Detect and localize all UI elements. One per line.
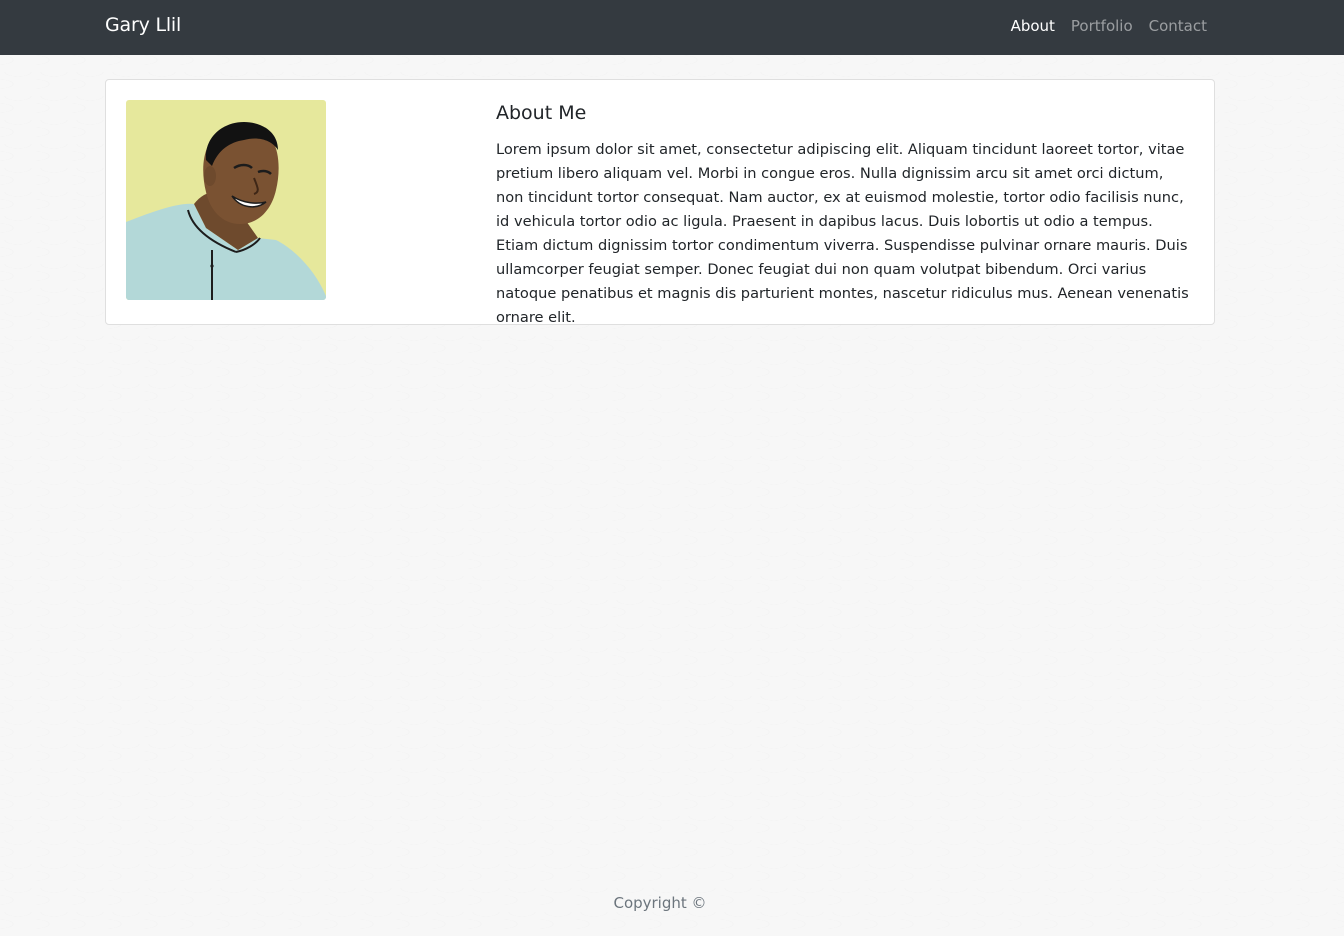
about-card: About Me Lorem ipsum dolor sit amet, con… <box>105 79 1215 326</box>
nav-link-about[interactable]: About <box>1011 17 1055 35</box>
brand-link[interactable]: Gary Llil <box>105 14 181 36</box>
footer-copyright: Copyright © <box>613 894 707 912</box>
about-text: Lorem ipsum dolor sit amet, consectetur … <box>496 141 1189 326</box>
about-title: About Me <box>496 102 587 124</box>
nav-link-contact[interactable]: Contact <box>1149 17 1207 35</box>
avatar <box>126 100 326 300</box>
nav-links: About Portfolio Contact <box>1011 17 1207 35</box>
person-illustration-icon <box>126 100 326 300</box>
nav-link-portfolio[interactable]: Portfolio <box>1071 17 1133 35</box>
navbar: Gary Llil About Portfolio Contact <box>0 0 1344 55</box>
